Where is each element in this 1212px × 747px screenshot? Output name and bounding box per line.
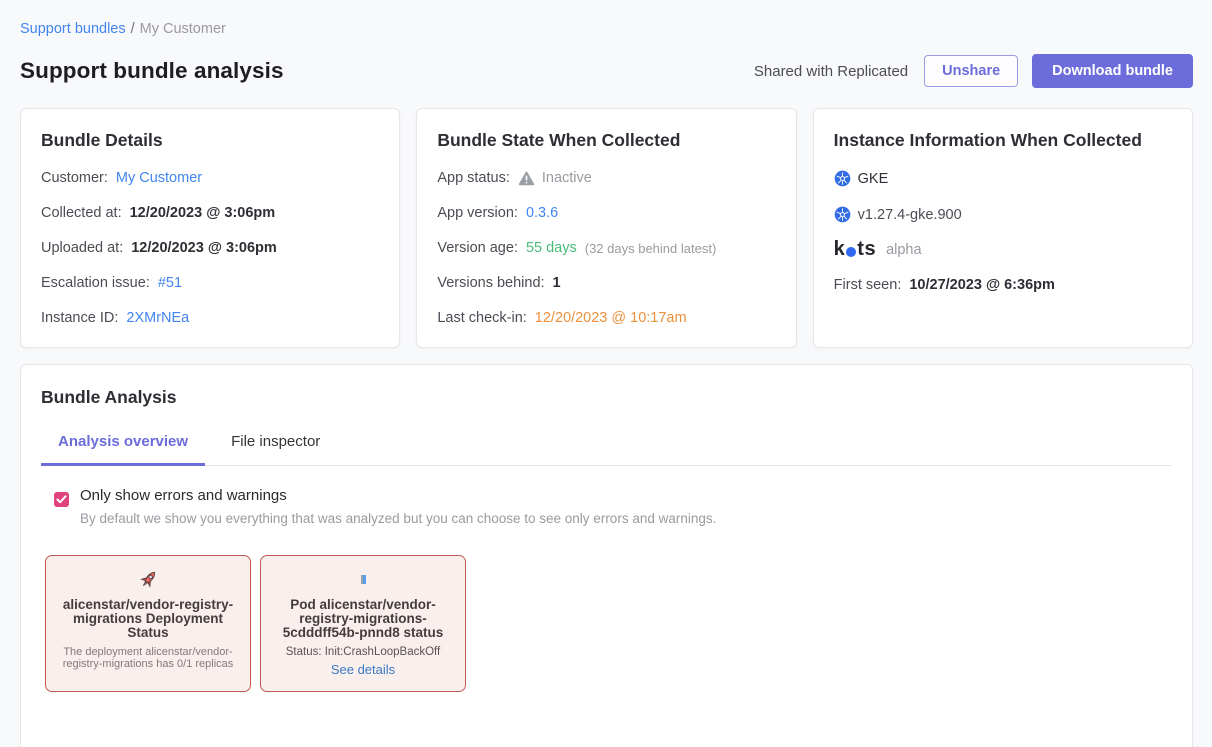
kubernetes-icon [834, 206, 851, 223]
last-checkin-label: Last check-in: [437, 310, 526, 326]
finding-message: Status: Init:CrashLoopBackOff [273, 646, 453, 659]
instance-id-row: Instance ID: 2XMrNEa [41, 310, 379, 326]
uploaded-at-label: Uploaded at: [41, 240, 123, 256]
versions-behind-label: Versions behind: [437, 275, 544, 291]
breadcrumb-support-bundles-link[interactable]: Support bundles [20, 21, 126, 37]
last-checkin-row: Last check-in: 12/20/2023 @ 10:17am [437, 310, 775, 326]
uploaded-at-row: Uploaded at: 12/20/2023 @ 3:06pm [41, 240, 379, 256]
first-seen-label: First seen: [834, 277, 902, 293]
finding-message: The deployment alicenstar/vendor-registr… [58, 646, 238, 671]
instance-info-title: Instance Information When Collected [834, 130, 1172, 151]
support-bundle-analysis-page: Support bundles / My Customer Support bund… [0, 0, 1212, 747]
page-header: Support bundle analysis Shared with Repl… [20, 54, 1193, 88]
analysis-findings: alicenstar/vendor-registry-migrations De… [45, 555, 1172, 692]
version-age-row: Version age: 55 days (32 days behind lat… [437, 240, 775, 256]
errors-warnings-filter: Only show errors and warnings By default… [54, 487, 1172, 526]
filter-label: Only show errors and warnings [80, 487, 716, 504]
download-bundle-button[interactable]: Download bundle [1032, 54, 1193, 88]
kots-logo-text: k [834, 238, 846, 261]
shared-status-text: Shared with Replicated [754, 63, 908, 80]
breadcrumb-separator: / [131, 21, 135, 37]
instance-id-label: Instance ID: [41, 310, 118, 326]
rocket-icon [58, 567, 238, 591]
last-checkin-value: 12/20/2023 @ 10:17am [535, 310, 687, 326]
kubernetes-icon [834, 170, 851, 187]
kots-version-tag: alpha [886, 242, 921, 258]
customer-row: Customer: My Customer [41, 170, 379, 186]
warning-triangle-icon [518, 171, 535, 186]
filter-text-block: Only show errors and warnings By default… [80, 487, 716, 526]
finding-deployment-status: alicenstar/vendor-registry-migrations De… [45, 555, 251, 692]
bundle-details-title: Bundle Details [41, 130, 379, 151]
version-age-label: Version age: [437, 240, 518, 256]
escalation-issue-label: Escalation issue: [41, 275, 150, 291]
page-title: Support bundle analysis [20, 58, 284, 84]
customer-label: Customer: [41, 170, 108, 186]
broken-image-icon [273, 567, 453, 591]
collected-at-row: Collected at: 12/20/2023 @ 3:06pm [41, 205, 379, 221]
version-age-note: (32 days behind latest) [585, 241, 717, 256]
kots-logo-dot [846, 247, 856, 257]
distribution-value: GKE [858, 171, 889, 187]
unshare-button[interactable]: Unshare [924, 55, 1018, 87]
bundle-state-card: Bundle State When Collected App status: … [416, 108, 796, 348]
app-status-label: App status: [437, 170, 510, 186]
app-version-label: App version: [437, 205, 518, 221]
kots-logo: kts [834, 238, 876, 261]
k8s-version-value: v1.27.4-gke.900 [858, 207, 962, 223]
first-seen-value: 10/27/2023 @ 6:36pm [909, 277, 1055, 293]
kots-logo-text: ts [857, 238, 876, 261]
escalation-issue-row: Escalation issue: #51 [41, 275, 379, 291]
bundle-details-card: Bundle Details Customer: My Customer Col… [20, 108, 400, 348]
instance-id-link[interactable]: 2XMrNEa [126, 310, 189, 326]
filter-description: By default we show you everything that w… [80, 511, 716, 526]
breadcrumb-current: My Customer [140, 21, 226, 37]
bundle-analysis-title: Bundle Analysis [41, 387, 1172, 408]
breadcrumb: Support bundles / My Customer [20, 21, 1193, 37]
app-version-link[interactable]: 0.3.6 [526, 205, 558, 221]
finding-pod-status: Pod alicenstar/vendor-registry-migration… [260, 555, 466, 692]
collected-at-value: 12/20/2023 @ 3:06pm [130, 205, 276, 221]
app-status-row: App status: Inactive [437, 170, 775, 186]
escalation-issue-link[interactable]: #51 [158, 275, 182, 291]
tab-analysis-overview[interactable]: Analysis overview [41, 433, 205, 466]
bundle-state-title: Bundle State When Collected [437, 130, 775, 151]
finding-title: alicenstar/vendor-registry-migrations De… [58, 598, 238, 641]
distribution-row: GKE [834, 170, 1172, 187]
see-details-link[interactable]: See details [331, 662, 395, 677]
bundle-analysis-card: Bundle Analysis Analysis overview File i… [20, 364, 1193, 747]
instance-info-card: Instance Information When Collected [813, 108, 1193, 348]
customer-link[interactable]: My Customer [116, 170, 202, 186]
tab-file-inspector[interactable]: File inspector [214, 433, 337, 465]
analysis-tabs: Analysis overview File inspector [41, 433, 1172, 466]
collected-at-label: Collected at: [41, 205, 122, 221]
finding-title: Pod alicenstar/vendor-registry-migration… [273, 598, 453, 641]
k8s-version-row: v1.27.4-gke.900 [834, 206, 1172, 223]
header-actions: Shared with Replicated Unshare Download … [754, 54, 1193, 88]
info-cards-row: Bundle Details Customer: My Customer Col… [20, 108, 1193, 348]
versions-behind-row: Versions behind: 1 [437, 275, 775, 291]
errors-warnings-checkbox[interactable] [54, 492, 69, 507]
versions-behind-value: 1 [553, 275, 561, 291]
first-seen-row: First seen: 10/27/2023 @ 6:36pm [834, 277, 1172, 293]
version-age-value: 55 days [526, 240, 577, 256]
kots-row: kts alpha [834, 238, 1172, 261]
app-status-value: Inactive [542, 170, 592, 186]
uploaded-at-value: 12/20/2023 @ 3:06pm [131, 240, 277, 256]
app-version-row: App version: 0.3.6 [437, 205, 775, 221]
